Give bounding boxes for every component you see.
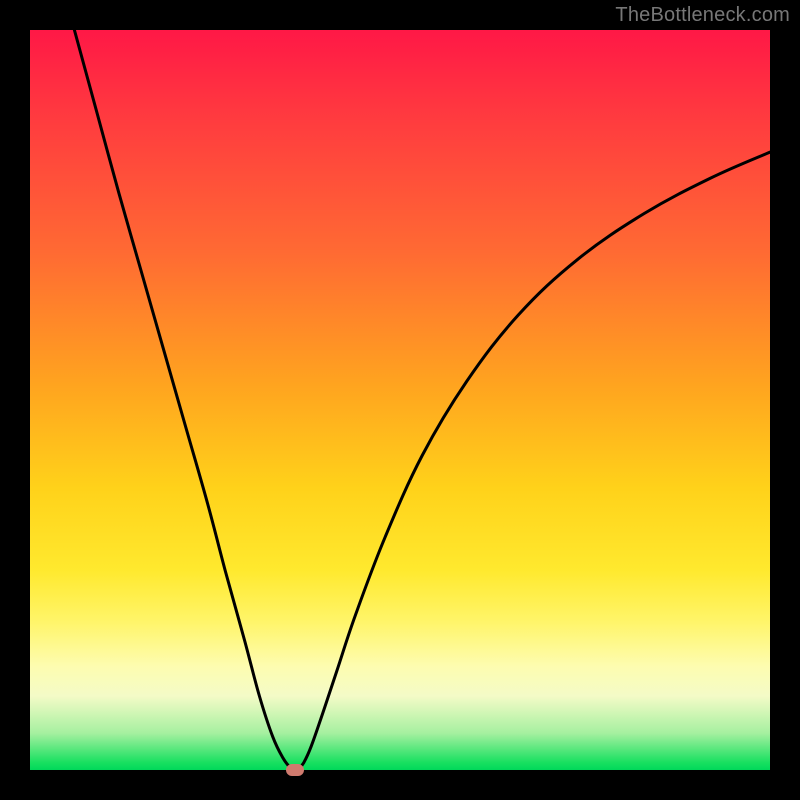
curve-svg bbox=[30, 30, 770, 770]
optimum-marker bbox=[286, 764, 304, 776]
watermark-text: TheBottleneck.com bbox=[615, 4, 790, 27]
bottleneck-curve bbox=[74, 30, 770, 770]
chart-frame: TheBottleneck.com bbox=[0, 0, 800, 800]
plot-area bbox=[30, 30, 770, 770]
